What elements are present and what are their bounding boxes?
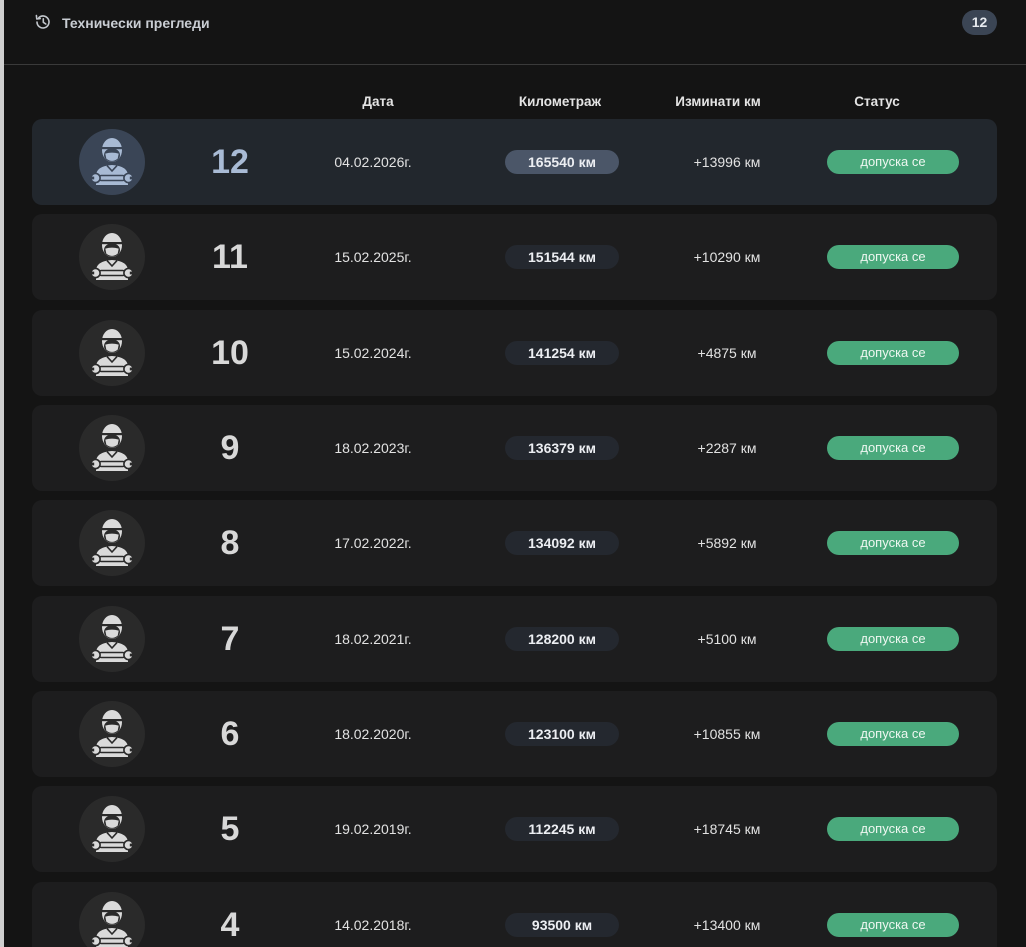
mechanic-icon bbox=[79, 414, 145, 481]
inspection-row[interactable]: 9 18.02.2023г. 136379 км +2287 км допуск… bbox=[32, 404, 997, 491]
distance-driven: +5100 км bbox=[697, 630, 757, 647]
inspection-number: 11 bbox=[212, 238, 248, 277]
inspection-date: 04.02.2026г. bbox=[334, 154, 412, 170]
distance-driven: +18745 км bbox=[693, 821, 761, 838]
mechanic-icon bbox=[79, 224, 145, 291]
panel-header: Технически прегледи 12 bbox=[4, 0, 1026, 65]
inspection-row[interactable]: 4 14.02.2018г. 93500 км +13400 км допуск… bbox=[32, 881, 997, 947]
history-icon bbox=[34, 13, 52, 31]
inspection-number: 12 bbox=[211, 143, 249, 181]
status-badge: допуска се bbox=[827, 340, 959, 365]
inspection-row[interactable]: 6 18.02.2020г. 123100 км +10855 км допус… bbox=[32, 690, 997, 777]
distance-driven: +10855 км bbox=[693, 725, 761, 742]
mileage-badge: 141254 км bbox=[505, 340, 619, 365]
inspection-number: 10 bbox=[211, 333, 249, 372]
mileage-badge: 165540 км bbox=[505, 150, 619, 174]
inspection-date: 18.02.2020г. bbox=[334, 725, 412, 742]
inspection-list: 12 04.02.2026г. 165540 км +13996 км допу… bbox=[32, 119, 997, 947]
distance-driven: +13996 км bbox=[693, 154, 761, 170]
status-badge: допуска се bbox=[827, 721, 959, 746]
inspection-number: 4 bbox=[220, 905, 240, 944]
inspection-row[interactable]: 11 15.02.2025г. 151544 км +10290 км допу… bbox=[32, 214, 997, 301]
mechanic-icon bbox=[79, 796, 145, 863]
inspection-date: 15.02.2025г. bbox=[334, 249, 412, 266]
status-badge: допуска се bbox=[827, 150, 959, 174]
inspection-date: 14.02.2018г. bbox=[334, 916, 412, 933]
inspection-date: 17.02.2022г. bbox=[334, 535, 412, 552]
mileage-badge: 151544 км bbox=[505, 245, 619, 270]
distance-driven: +5892 км bbox=[697, 535, 757, 552]
mechanic-icon bbox=[79, 129, 145, 195]
inspections-panel: Технически прегледи 12 Дата Километраж И… bbox=[4, 0, 1026, 947]
mechanic-icon bbox=[79, 891, 145, 947]
inspection-number: 6 bbox=[220, 714, 240, 753]
mileage-badge: 123100 км bbox=[505, 721, 619, 746]
count-badge: 12 bbox=[962, 10, 997, 35]
status-badge: допуска се bbox=[827, 626, 959, 651]
inspection-row[interactable]: 8 17.02.2022г. 134092 км +5892 км допуск… bbox=[32, 500, 997, 587]
column-header-status: Статус bbox=[854, 94, 900, 109]
inspection-date: 15.02.2024г. bbox=[334, 344, 412, 361]
inspection-number: 8 bbox=[220, 524, 240, 563]
mechanic-icon bbox=[79, 319, 145, 386]
inspection-number: 5 bbox=[220, 810, 240, 849]
inspection-date: 18.02.2021г. bbox=[334, 630, 412, 647]
mileage-badge: 112245 км bbox=[505, 817, 619, 842]
panel-title: Технически прегледи bbox=[62, 15, 210, 31]
distance-driven: +4875 км bbox=[697, 344, 757, 361]
inspection-row[interactable]: 10 15.02.2024г. 141254 км +4875 км допус… bbox=[32, 309, 997, 396]
status-badge: допуска се bbox=[827, 435, 959, 460]
status-badge: допуска се bbox=[827, 817, 959, 842]
inspection-row[interactable]: 12 04.02.2026г. 165540 км +13996 км допу… bbox=[32, 119, 997, 205]
status-badge: допуска се bbox=[827, 245, 959, 270]
mileage-badge: 128200 км bbox=[505, 626, 619, 651]
mechanic-icon bbox=[79, 700, 145, 767]
mechanic-icon bbox=[79, 510, 145, 577]
inspection-date: 19.02.2019г. bbox=[334, 821, 412, 838]
inspection-number: 7 bbox=[220, 619, 240, 658]
inspection-number: 9 bbox=[220, 428, 240, 467]
status-badge: допуска се bbox=[827, 912, 959, 937]
inspection-row[interactable]: 5 19.02.2019г. 112245 км +18745 км допус… bbox=[32, 786, 997, 873]
inspection-row[interactable]: 7 18.02.2021г. 128200 км +5100 км допуск… bbox=[32, 595, 997, 682]
distance-driven: +10290 км bbox=[693, 249, 761, 266]
status-badge: допуска се bbox=[827, 531, 959, 556]
column-header-mileage: Километраж bbox=[518, 94, 602, 109]
inspection-date: 18.02.2023г. bbox=[334, 439, 412, 456]
mileage-badge: 134092 км bbox=[505, 531, 619, 556]
distance-driven: +2287 км bbox=[697, 439, 757, 456]
column-header-date: Дата bbox=[362, 94, 394, 109]
distance-driven: +13400 км bbox=[693, 916, 761, 933]
mileage-badge: 136379 км bbox=[505, 435, 619, 460]
mechanic-icon bbox=[79, 605, 145, 672]
column-header-distance: Изминати км bbox=[675, 94, 761, 109]
mileage-badge: 93500 км bbox=[505, 912, 619, 937]
